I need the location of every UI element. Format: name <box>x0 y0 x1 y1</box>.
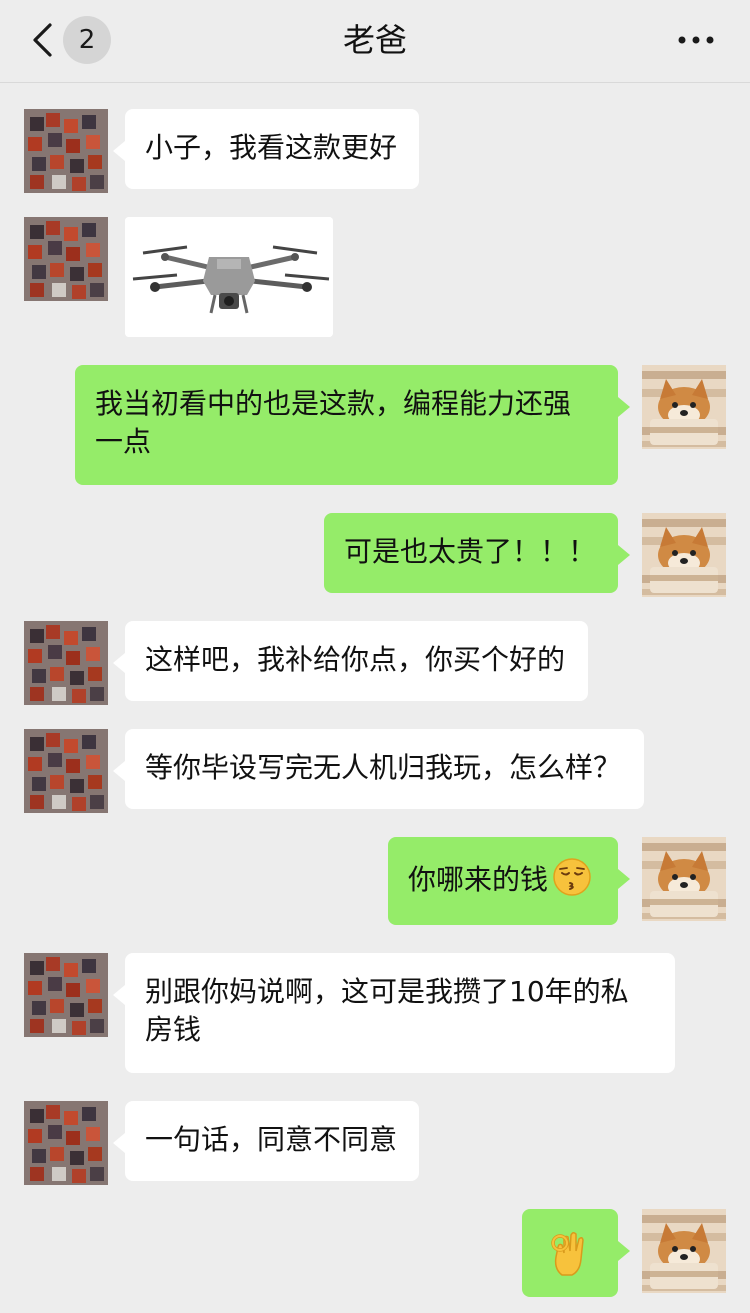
message-bubble-incoming[interactable]: 别跟你妈说啊，这可是我攒了10年的私房钱 <box>113 953 675 1073</box>
dad-avatar[interactable] <box>24 621 108 705</box>
message-bubble-outgoing[interactable] <box>522 1209 630 1297</box>
message-text: 可是也太贵了！！！ <box>344 535 597 568</box>
message-bubble-outgoing[interactable]: 我当初看中的也是这款，编程能力还强一点 <box>75 365 630 485</box>
ok-hand-emoji <box>551 1231 584 1276</box>
my-avatar[interactable] <box>642 365 726 449</box>
message-bubble-incoming[interactable]: 小子，我看这款更好 <box>113 109 419 189</box>
message-bubble-incoming[interactable]: 等你毕设写完无人机归我玩，怎么样？ <box>113 729 644 809</box>
message-text: 这样吧，我补给你点，你买个好的 <box>145 643 566 676</box>
message-text: 别跟你妈说啊，这可是我攒了10年的私房钱 <box>145 975 629 1046</box>
kissing-face-emoji <box>553 858 591 896</box>
message-bubble-outgoing[interactable]: 可是也太贵了！！！ <box>324 513 630 593</box>
dad-avatar[interactable] <box>24 729 108 813</box>
my-avatar[interactable] <box>642 837 726 921</box>
drone-photo[interactable] <box>125 217 333 337</box>
message-list[interactable]: 小子，我看这款更好 我当初看中的也是这款，编程能力还强一点 可是也太贵了！！！ … <box>0 83 750 1313</box>
chat-header: 2 老爸 <box>0 0 750 83</box>
message-text: 你哪来的钱 <box>408 863 549 896</box>
message-text: 等你毕设写完无人机归我玩，怎么样？ <box>145 751 622 784</box>
message-text: 小子，我看这款更好 <box>145 131 398 164</box>
message-text: 一句话，同意不同意 <box>145 1123 398 1156</box>
dad-avatar[interactable] <box>24 109 108 193</box>
dad-avatar[interactable] <box>24 953 108 1037</box>
dad-avatar[interactable] <box>24 217 108 301</box>
chat-title: 老爸 <box>342 21 407 59</box>
more-dots-icon[interactable] <box>676 34 716 46</box>
message-bubble-incoming[interactable]: 一句话，同意不同意 <box>113 1101 419 1181</box>
my-avatar[interactable] <box>642 513 726 597</box>
message-bubble-incoming[interactable]: 这样吧，我补给你点，你买个好的 <box>113 621 588 701</box>
message-text: 我当初看中的也是这款，编程能力还强一点 <box>95 387 572 458</box>
message-bubble-outgoing[interactable]: 你哪来的钱 <box>388 837 630 925</box>
dad-avatar[interactable] <box>24 1101 108 1185</box>
my-avatar[interactable] <box>642 1209 726 1293</box>
